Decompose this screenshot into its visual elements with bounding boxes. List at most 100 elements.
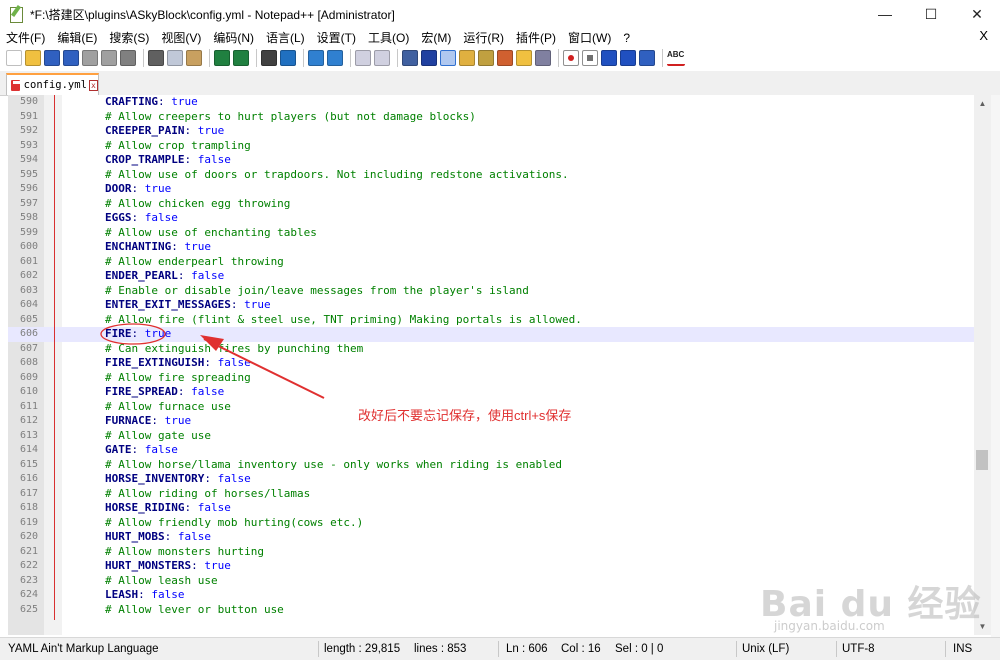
code-line[interactable]: 605 # Allow fire (flint & steel use, TNT … xyxy=(8,313,974,328)
editor-area[interactable]: 590 CRAFTING: true 591 # Allow creepers to … xyxy=(8,95,974,635)
user-language-icon[interactable] xyxy=(459,50,475,66)
yaml-colon: : xyxy=(157,95,172,108)
code-line[interactable]: 615 # Allow horse/llama inventory use - o… xyxy=(8,458,974,473)
code-line[interactable]: 610 FIRE_SPREAD: false xyxy=(8,385,974,400)
sync-horizontal-icon[interactable] xyxy=(374,50,390,66)
menu-item[interactable]: 宏(M) xyxy=(415,29,457,46)
monitoring-icon[interactable] xyxy=(535,50,551,66)
code-line[interactable]: 614 GATE: false xyxy=(8,443,974,458)
spellcheck-icon[interactable]: ABC xyxy=(667,50,685,66)
doc-map-icon[interactable] xyxy=(478,50,494,66)
code-line[interactable]: 604 ENTER_EXIT_MESSAGES: true xyxy=(8,298,974,313)
code-line[interactable]: 593 # Allow crop trampling xyxy=(8,139,974,154)
close-document-button[interactable]: X xyxy=(979,28,988,43)
redo-icon[interactable] xyxy=(233,50,249,66)
save-macro-icon[interactable] xyxy=(639,50,655,66)
run-macro-multiple-icon[interactable] xyxy=(620,50,636,66)
menu-item[interactable]: 编码(N) xyxy=(207,29,260,46)
line-number: 601 xyxy=(19,255,38,267)
code-line[interactable]: 618 HORSE_RIDING: false xyxy=(8,501,974,516)
copy-icon[interactable] xyxy=(167,50,183,66)
current-code-line[interactable]: 606 FIRE: true xyxy=(8,327,974,342)
open-file-icon[interactable] xyxy=(25,50,41,66)
yaml-key-value: FIRE: true xyxy=(105,327,171,342)
menu-item[interactable]: 语言(L) xyxy=(260,29,311,46)
paste-icon[interactable] xyxy=(186,50,202,66)
menu-item[interactable]: 运行(R) xyxy=(457,29,510,46)
show-all-chars-icon[interactable] xyxy=(421,50,437,66)
menu-item[interactable]: 设置(T) xyxy=(311,29,362,46)
print-icon[interactable] xyxy=(120,50,136,66)
code-line[interactable]: 608 FIRE_EXTINGUISH: false xyxy=(8,356,974,371)
play-macro-icon[interactable] xyxy=(601,50,617,66)
new-file-icon[interactable] xyxy=(6,50,22,66)
menu-item[interactable]: 文件(F) xyxy=(0,29,51,46)
title-bar[interactable]: *F:\搭建区\plugins\ASkyBlock\config.yml - N… xyxy=(0,0,1000,28)
code-line[interactable]: 616 HORSE_INVENTORY: false xyxy=(8,472,974,487)
notepadpp-app-icon[interactable] xyxy=(8,4,24,23)
menu-item[interactable]: 视图(V) xyxy=(155,29,207,46)
code-line[interactable]: 597 # Allow chicken egg throwing xyxy=(8,197,974,212)
vertical-scrollbar[interactable]: ▲ ▼ xyxy=(974,95,991,635)
menu-item[interactable]: 插件(P) xyxy=(510,29,562,46)
code-line[interactable]: 617 # Allow riding of horses/llamas xyxy=(8,487,974,502)
yaml-comment: # Allow riding of horses/llamas xyxy=(105,486,311,500)
tab-close-icon[interactable]: x xyxy=(88,79,98,91)
yaml-key-value: HORSE_RIDING: false xyxy=(105,501,231,516)
close-window-button[interactable]: ✕ xyxy=(954,0,1000,28)
code-line[interactable]: 620 HURT_MOBS: false xyxy=(8,530,974,545)
code-line[interactable]: 599 # Allow use of enchanting tables xyxy=(8,226,974,241)
menu-item[interactable]: 搜索(S) xyxy=(103,29,155,46)
sync-vertical-icon[interactable] xyxy=(355,50,371,66)
zoom-out-icon[interactable] xyxy=(327,50,343,66)
word-wrap-icon[interactable] xyxy=(402,50,418,66)
close-all-icon[interactable] xyxy=(101,50,117,66)
yaml-key: HORSE_INVENTORY xyxy=(105,472,205,485)
code-line[interactable]: 594 CROP_TRAMPLE: false xyxy=(8,153,974,168)
find-icon[interactable] xyxy=(261,50,277,66)
code-line[interactable]: 603 # Enable or disable join/leave messag… xyxy=(8,284,974,299)
code-line[interactable]: 591 # Allow creepers to hurt players (but… xyxy=(8,110,974,125)
yaml-comment: # Allow furnace use xyxy=(105,399,231,413)
folder-workspace-icon[interactable] xyxy=(516,50,532,66)
function-list-icon[interactable] xyxy=(497,50,513,66)
code-line[interactable]: 600 ENCHANTING: true xyxy=(8,240,974,255)
minimize-button[interactable]: — xyxy=(862,0,908,28)
code-line[interactable]: 595 # Allow use of doors or trapdoors. No… xyxy=(8,168,974,183)
tab-config-yml[interactable]: config.yml x xyxy=(6,73,99,95)
close-icon[interactable] xyxy=(82,50,98,66)
indent-guide-icon[interactable] xyxy=(440,50,456,66)
code-line[interactable]: 613 # Allow gate use xyxy=(8,429,974,444)
yaml-key: CRAFTING xyxy=(105,95,158,108)
code-line[interactable]: 607 # Can extinguish fires by punching th… xyxy=(8,342,974,357)
record-macro-icon[interactable] xyxy=(563,50,579,66)
stop-record-icon[interactable] xyxy=(582,50,598,66)
code-line[interactable]: 590 CRAFTING: true xyxy=(8,95,974,110)
menu-item[interactable]: ? xyxy=(617,31,636,45)
code-line[interactable]: 619 # Allow friendly mob hurting(cows etc… xyxy=(8,516,974,531)
code-line[interactable]: 622 HURT_MONSTERS: true xyxy=(8,559,974,574)
save-icon[interactable] xyxy=(44,50,60,66)
line-number: 612 xyxy=(19,415,38,426)
menu-item[interactable]: 编辑(E) xyxy=(51,29,103,46)
code-line[interactable]: 598 EGGS: false xyxy=(8,211,974,226)
zoom-in-icon[interactable] xyxy=(308,50,324,66)
code-line[interactable]: 621 # Allow monsters hurting xyxy=(8,545,974,560)
code-line[interactable]: 592 CREEPER_PAIN: true xyxy=(8,124,974,139)
code-lines[interactable]: 590 CRAFTING: true 591 # Allow creepers to … xyxy=(8,95,974,617)
code-line[interactable]: 609 # Allow fire spreading xyxy=(8,371,974,386)
yaml-colon: : xyxy=(230,298,245,311)
undo-icon[interactable] xyxy=(214,50,230,66)
scrollbar-thumb[interactable] xyxy=(976,450,988,470)
maximize-button[interactable]: ☐ xyxy=(908,0,954,28)
replace-icon[interactable] xyxy=(280,50,296,66)
code-line[interactable]: 596 DOOR: true xyxy=(8,182,974,197)
cut-icon[interactable] xyxy=(148,50,164,66)
code-line[interactable]: 601 # Allow enderpearl throwing xyxy=(8,255,974,270)
menu-item[interactable]: 窗口(W) xyxy=(562,29,617,46)
save-all-icon[interactable] xyxy=(63,50,79,66)
status-col: Col : 16 xyxy=(561,643,601,655)
code-line[interactable]: 602 ENDER_PEARL: false xyxy=(8,269,974,284)
menu-item[interactable]: 工具(O) xyxy=(362,29,415,46)
scroll-up-arrow-icon[interactable]: ▲ xyxy=(974,95,991,112)
